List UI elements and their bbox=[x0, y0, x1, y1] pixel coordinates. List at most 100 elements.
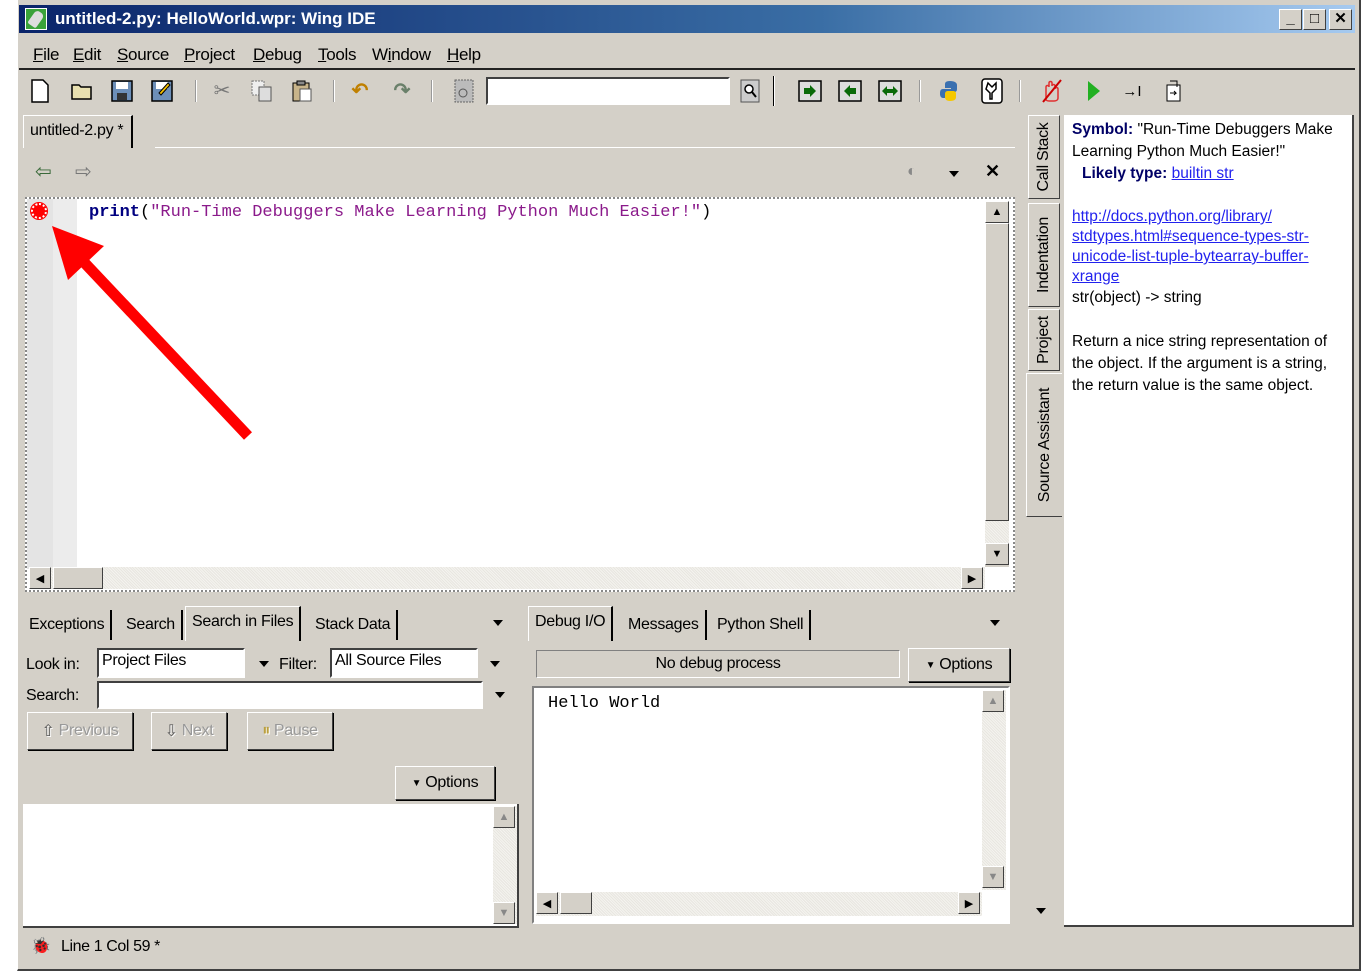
likely-type-link[interactable]: builtin str bbox=[1172, 165, 1234, 182]
nav-back-icon[interactable]: ⇦ bbox=[35, 159, 52, 184]
debug-panel-menu-icon[interactable] bbox=[990, 620, 1000, 626]
editor-tab-untitled-2[interactable]: untitled-2.py * bbox=[23, 115, 134, 148]
toolbar-search-input[interactable] bbox=[486, 77, 730, 105]
debug-options-button[interactable]: ▼ Options bbox=[908, 648, 1010, 682]
step-out-icon[interactable] bbox=[1161, 78, 1187, 104]
editor-horizontal-scrollbar[interactable]: ◀ ▶ bbox=[29, 567, 985, 589]
menu-project[interactable]: Project bbox=[184, 45, 235, 65]
search-panel-menu-icon[interactable] bbox=[493, 620, 503, 626]
tab-search-in-files[interactable]: Search in Files bbox=[185, 606, 302, 641]
filter-dropdown-icon[interactable] bbox=[490, 661, 500, 667]
menu-file[interactable]: File bbox=[33, 45, 60, 65]
output-horizontal-scrollbar[interactable]: ◀ ▶ bbox=[536, 892, 982, 916]
doc-link-line[interactable]: http://docs.python.org/library/ bbox=[1072, 207, 1344, 227]
menu-window[interactable]: Window bbox=[372, 45, 431, 65]
side-tab-call-stack[interactable]: Call Stack bbox=[1028, 115, 1060, 199]
editor-dropdown-icon[interactable] bbox=[949, 171, 959, 177]
close-window-button[interactable]: ✕ bbox=[1329, 9, 1352, 30]
menu-bar: File Edit Source Project Debug Tools Win… bbox=[19, 38, 1355, 70]
menu-tools[interactable]: Tools bbox=[318, 45, 357, 65]
indent-to-match-icon[interactable] bbox=[877, 78, 903, 104]
debug-output[interactable]: Hello World ▲ ▼ ◀ ▶ bbox=[532, 686, 1010, 924]
undo-icon[interactable]: ↶ bbox=[347, 78, 373, 104]
next-button[interactable]: ⇩ Next bbox=[151, 712, 227, 750]
editor-close-icon[interactable]: ✕ bbox=[985, 161, 1000, 182]
open-folder-icon[interactable] bbox=[69, 78, 95, 104]
redo-icon[interactable]: ↷ bbox=[389, 78, 415, 104]
scroll-right-button[interactable]: ▶ bbox=[961, 567, 983, 589]
menu-edit[interactable]: Edit bbox=[73, 45, 101, 65]
editor-vscroll-thumb[interactable] bbox=[985, 223, 1009, 521]
options-label: Options bbox=[425, 774, 479, 791]
previous-button[interactable]: ⇧ Previous bbox=[27, 712, 133, 750]
python-icon[interactable] bbox=[937, 78, 963, 104]
menu-debug[interactable]: Debug bbox=[253, 45, 302, 65]
results-vertical-scrollbar[interactable]: ▲ ▼ bbox=[493, 806, 517, 924]
editor-hscroll-thumb[interactable] bbox=[53, 567, 103, 589]
scroll-down-button[interactable]: ▼ bbox=[493, 902, 515, 924]
search-results-list[interactable]: ▲ ▼ bbox=[23, 804, 519, 928]
search-files-input[interactable] bbox=[97, 681, 483, 709]
scroll-up-button[interactable]: ▲ bbox=[982, 690, 1004, 712]
nav-forward-icon[interactable]: ⇨ bbox=[75, 159, 92, 184]
maximize-button[interactable]: □ bbox=[1303, 9, 1326, 30]
doc-link-line[interactable]: stdtypes.html#sequence-types-str- bbox=[1072, 227, 1344, 247]
menu-source[interactable]: Source bbox=[117, 45, 169, 65]
side-tab-source-assistant[interactable]: Source Assistant bbox=[1026, 373, 1062, 517]
tab-debug-io[interactable]: Debug I/O bbox=[528, 606, 614, 641]
configure-tools-icon[interactable] bbox=[979, 78, 1005, 104]
tab-exceptions[interactable]: Exceptions bbox=[23, 610, 113, 640]
look-in-dropdown-icon[interactable] bbox=[259, 661, 269, 667]
tab-stack-data[interactable]: Stack Data bbox=[309, 610, 399, 640]
doc-link-line[interactable]: unicode-list-tuple-bytearray-buffer- bbox=[1072, 247, 1344, 267]
indent-icon[interactable] bbox=[797, 78, 823, 104]
cut-icon[interactable]: ✂ bbox=[209, 78, 235, 104]
clear-breakpoints-icon[interactable] bbox=[1039, 78, 1065, 104]
goto-definition-icon[interactable] bbox=[451, 78, 477, 104]
options-caret-icon: ▼ bbox=[925, 659, 936, 671]
tab-strip-line bbox=[155, 147, 1015, 148]
output-vertical-scrollbar[interactable]: ▲ ▼ bbox=[982, 690, 1006, 890]
breakpoint-icon[interactable] bbox=[30, 202, 48, 220]
copy-icon[interactable] bbox=[249, 78, 275, 104]
side-tabs-dropdown-icon[interactable] bbox=[1036, 908, 1046, 914]
minimize-button[interactable]: _ bbox=[1279, 9, 1302, 30]
editor-options-icon[interactable]: ◐ bbox=[907, 163, 917, 181]
save-icon[interactable] bbox=[109, 78, 135, 104]
look-in-field[interactable]: Project Files bbox=[97, 648, 245, 678]
doc-link[interactable]: http://docs.python.org/library/ stdtypes… bbox=[1072, 207, 1344, 287]
scroll-left-button[interactable]: ◀ bbox=[536, 892, 558, 914]
paste-icon[interactable] bbox=[289, 78, 315, 104]
side-tab-project[interactable]: Project bbox=[1028, 309, 1060, 371]
scroll-down-button[interactable]: ▼ bbox=[982, 866, 1004, 888]
status-bar: 🐞 Line 1 Col 59 * bbox=[19, 930, 1355, 966]
side-tab-indentation[interactable]: Indentation bbox=[1028, 203, 1060, 307]
tab-messages[interactable]: Messages bbox=[622, 610, 707, 640]
code-paren-close: ) bbox=[701, 203, 712, 222]
tab-search[interactable]: Search bbox=[120, 610, 183, 640]
scroll-right-button[interactable]: ▶ bbox=[958, 892, 980, 914]
step-into-icon[interactable]: →I bbox=[1119, 78, 1145, 104]
scroll-left-button[interactable]: ◀ bbox=[29, 567, 51, 589]
search-icon[interactable] bbox=[737, 78, 763, 104]
output-hscroll-thumb[interactable] bbox=[560, 892, 592, 914]
save-as-icon[interactable] bbox=[149, 78, 175, 104]
editor-vertical-scrollbar[interactable]: ▲ ▼ bbox=[985, 201, 1009, 567]
menu-help[interactable]: Help bbox=[447, 45, 481, 65]
outdent-icon[interactable] bbox=[837, 78, 863, 104]
scroll-down-button[interactable]: ▼ bbox=[985, 543, 1009, 565]
search-history-dropdown-icon[interactable] bbox=[495, 692, 505, 698]
tab-python-shell[interactable]: Python Shell bbox=[711, 610, 812, 640]
scroll-track[interactable] bbox=[985, 521, 1009, 543]
scroll-up-button[interactable]: ▲ bbox=[985, 201, 1009, 223]
filter-field[interactable]: All Source Files bbox=[330, 648, 478, 678]
doc-link-line[interactable]: xrange bbox=[1072, 267, 1344, 287]
search-options-button[interactable]: ▼ Options bbox=[395, 766, 495, 800]
scroll-up-button[interactable]: ▲ bbox=[493, 806, 515, 828]
toolbar-separator bbox=[919, 80, 921, 102]
run-debug-icon[interactable] bbox=[1081, 78, 1107, 104]
new-file-icon[interactable] bbox=[27, 78, 53, 104]
options-label: Options bbox=[939, 656, 993, 673]
annotation-arrow bbox=[52, 226, 252, 440]
pause-button[interactable]: ⏸ Pause bbox=[247, 712, 333, 750]
